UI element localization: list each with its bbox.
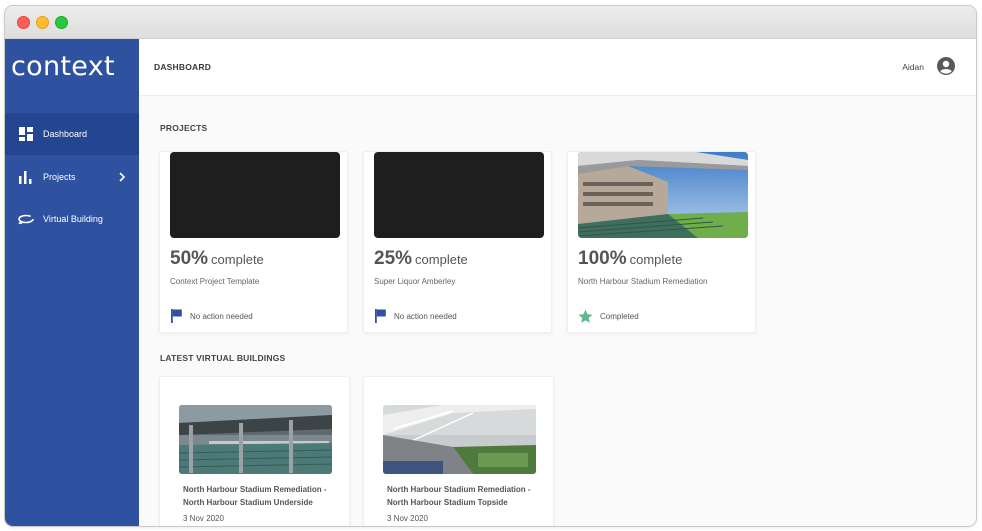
project-percent: 50% complete [170,248,264,270]
virtual-buildings-section-title: LATEST VIRTUAL BUILDINGS [160,353,286,363]
star-icon [578,309,593,323]
rotate-360-icon [18,211,34,227]
user-avatar-icon[interactable] [936,56,956,76]
project-percent-value: 100% [578,248,627,269]
project-name: Super Liquor Amberley [374,277,456,286]
project-percent-value: 50% [170,248,209,269]
maximize-window-button[interactable] [55,16,68,29]
project-card[interactable]: 50% complete Context Project Template No … [159,151,348,333]
projects-section-title: PROJECTS [160,123,208,133]
virtual-building-thumbnail-topside [383,405,536,474]
minimize-window-button[interactable] [36,16,49,29]
dashboard-icon [18,126,34,142]
window-titlebar [5,6,976,39]
sidebar-item-label: Projects [43,172,76,182]
project-percent: 25% complete [374,248,468,270]
bar-chart-icon [18,169,34,185]
project-percent-word: complete [211,252,264,267]
project-percent-word: complete [629,252,683,267]
project-status: No action needed [170,309,253,323]
project-card[interactable]: 100% complete North Harbour Stadium Remed… [567,151,756,333]
project-name: North Harbour Stadium Remediation [578,277,708,286]
app-logo[interactable]: context [5,39,139,95]
virtual-building-name: North Harbour Stadium Remediation - Nort… [183,485,327,507]
sidebar: context Dashboard Projects Virtual Build… [5,39,139,526]
project-percent-word: complete [415,252,468,267]
project-percent: 100% complete [578,248,682,270]
project-thumbnail [170,152,340,238]
virtual-building-date: 3 Nov 2020 [387,514,428,523]
project-status: No action needed [374,309,457,323]
user-name[interactable]: Aidan [902,62,924,72]
project-status-text: No action needed [190,311,253,321]
project-status: Completed [578,309,639,324]
project-thumbnail [374,152,544,238]
chevron-right-icon [117,170,127,184]
sidebar-item-dashboard[interactable]: Dashboard [5,113,139,155]
sidebar-item-label: Dashboard [43,129,88,139]
flag-icon [171,309,182,323]
project-status-text: No action needed [394,311,457,321]
top-bar: DASHBOARD Aidan [139,39,976,96]
project-name: Context Project Template [170,277,260,286]
sidebar-item-virtual-building[interactable]: Virtual Building [5,198,139,240]
project-card[interactable]: 25% complete Super Liquor Amberley No act… [363,151,552,333]
virtual-building-date: 3 Nov 2020 [183,514,224,523]
main-content: PROJECTS 50% complete Context Project Tem… [139,96,976,526]
virtual-building-card[interactable]: North Harbour Stadium Remediation - Nort… [363,376,554,526]
project-status-text: Completed [600,312,639,321]
project-percent-value: 25% [374,248,413,269]
close-window-button[interactable] [17,16,30,29]
virtual-building-card[interactable]: North Harbour Stadium Remediation - Nort… [159,376,350,526]
project-thumbnail-stadium [578,152,748,238]
sidebar-item-projects[interactable]: Projects [5,156,139,198]
virtual-building-name: North Harbour Stadium Remediation - Nort… [387,485,531,507]
page-title: DASHBOARD [154,62,212,72]
virtual-building-thumbnail-underside [179,405,332,474]
flag-icon [375,309,386,323]
sidebar-item-label: Virtual Building [43,214,103,224]
app-window: context Dashboard Projects Virtual Build… [4,5,977,527]
